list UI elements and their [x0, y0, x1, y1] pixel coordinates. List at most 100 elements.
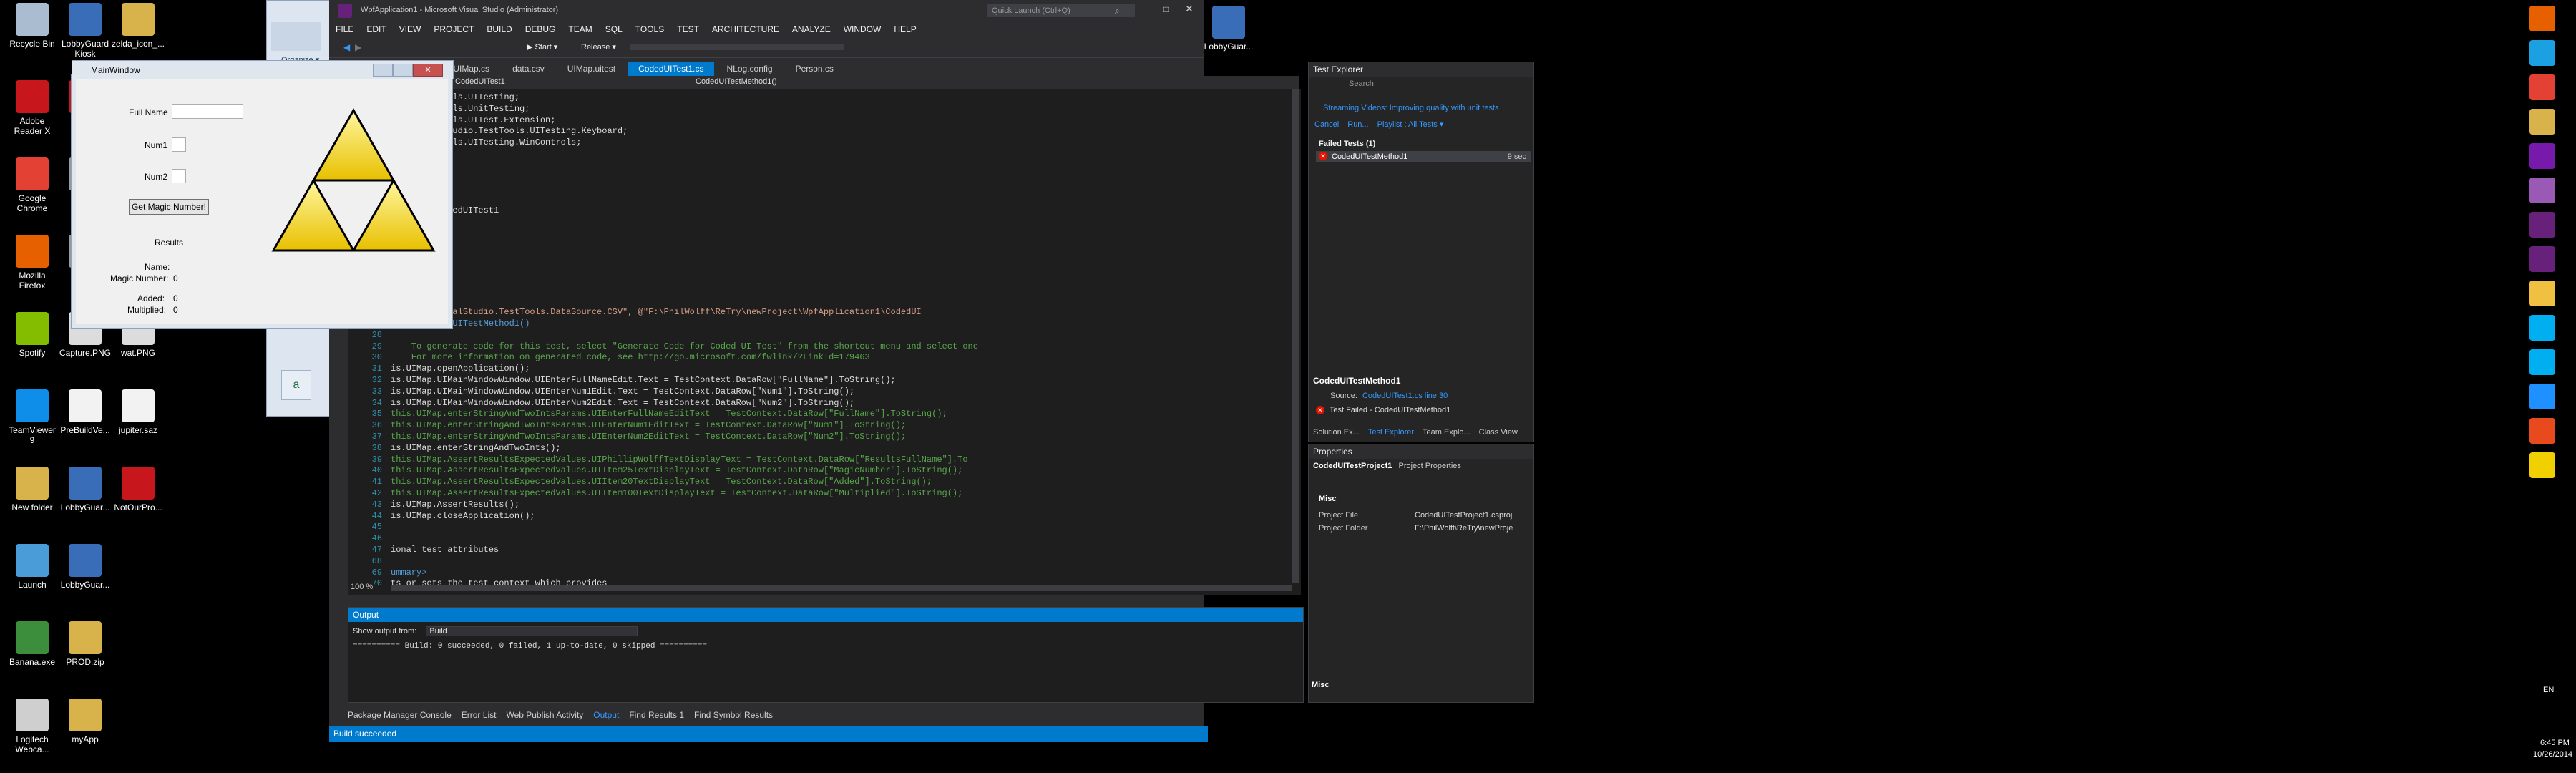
file-icon [122, 389, 155, 422]
code-text: ummary> [391, 567, 427, 578]
test-action-link[interactable]: Run... [1347, 120, 1368, 129]
code-line: 28 [348, 329, 391, 341]
full-name-label: Full Name [129, 107, 168, 117]
test-row[interactable]: ✕ CodedUITestMethod1 9 sec [1316, 151, 1531, 162]
close-button[interactable]: ✕ [1185, 3, 1194, 15]
num2-input[interactable] [172, 169, 186, 183]
tray-time[interactable]: 6:45 PM [2540, 739, 2570, 747]
test-action-link[interactable]: Playlist : All Tests ▾ [1377, 120, 1444, 129]
test-search-input[interactable]: Search [1349, 79, 1528, 88]
document-tab[interactable]: UIMap.uitest [557, 62, 625, 76]
code-line: 38 is.UIMap.enterStringAndTwoInts(); [348, 442, 561, 454]
code-text: this.UIMap.AssertResultsExpectedValues.U… [391, 488, 963, 498]
bottom-tab[interactable]: Output [593, 707, 619, 723]
nav-class-dropdown[interactable]: CodedUITest1 [455, 77, 505, 86]
vs-icon[interactable] [2529, 212, 2555, 238]
code-line: 34 is.UIMap.UIMainWindowWindow.UIEnterNum… [348, 397, 855, 409]
source-link[interactable]: CodedUITest1.cs line 30 [1362, 392, 1448, 400]
test-explorer-banner[interactable]: Streaming Videos: Improving quality with… [1323, 104, 1499, 112]
num1-input[interactable] [172, 137, 186, 152]
menu-item-edit[interactable]: EDIT [360, 21, 392, 37]
menu-item-build[interactable]: BUILD [480, 21, 518, 37]
onenote-icon[interactable] [2529, 143, 2555, 169]
nav-member-dropdown[interactable]: CodedUITestMethod1() [696, 77, 777, 86]
minimize-button[interactable] [373, 64, 393, 77]
explorer-icon[interactable] [2529, 281, 2555, 306]
property-row[interactable]: Project File CodedUITestProject1.csproj [1309, 509, 1532, 522]
b-icon[interactable] [2529, 418, 2555, 444]
folder-icon[interactable] [2529, 109, 2555, 135]
bottom-tab[interactable]: Find Symbol Results [694, 707, 773, 723]
skype-icon[interactable] [2529, 315, 2555, 341]
desktop-icon[interactable]: PROD.zip [53, 621, 117, 667]
fiddler-icon[interactable] [2529, 178, 2555, 203]
get-magic-number-button[interactable]: Get Magic Number! [129, 199, 209, 215]
skype-icon[interactable] [2529, 349, 2555, 375]
menu-item-help[interactable]: HELP [887, 21, 922, 37]
bottom-tab[interactable]: Error List [462, 707, 497, 723]
desktop-icon[interactable]: zelda_icon_... [106, 3, 170, 49]
line-number: 29 [371, 341, 382, 351]
properties-object[interactable]: CodedUITestProject1 Project Properties [1313, 462, 1461, 470]
document-tab[interactable]: Person.cs [786, 62, 844, 76]
multiplied-value: 0 [173, 305, 178, 315]
desktop-icon[interactable]: LobbyGuar... [1196, 6, 1261, 52]
menu-item-project[interactable]: PROJECT [427, 21, 480, 37]
document-tab[interactable]: data.csv [502, 62, 555, 76]
property-key: Project Folder [1319, 524, 1368, 533]
bottom-tab[interactable]: Find Results 1 [629, 707, 684, 723]
triforce-icon[interactable] [2529, 452, 2555, 478]
property-row[interactable]: Project Folder F:\PhilWolff\ReTry\newProj… [1309, 522, 1532, 535]
properties-category[interactable]: Misc [1319, 495, 1336, 503]
close-button[interactable]: ✕ [413, 64, 443, 77]
maximize-button[interactable] [393, 64, 413, 77]
firefox-icon[interactable] [2529, 6, 2555, 31]
search-icon[interactable]: ⌕ [1115, 6, 1120, 16]
panel-tab[interactable]: Solution Ex... [1309, 426, 1364, 439]
visual-studio-icon[interactable] [2529, 246, 2555, 272]
desktop-icon[interactable]: myApp [53, 699, 117, 744]
panel-tab[interactable]: Team Explo... [1418, 426, 1475, 439]
quick-launch-input[interactable]: Quick Launch (Ctrl+Q) [987, 4, 1135, 17]
back-icon[interactable]: ◀ [343, 42, 350, 52]
document-tab[interactable]: CodedUITest1.cs [628, 62, 714, 76]
menu-item-debug[interactable]: DEBUG [519, 21, 562, 37]
menu-item-file[interactable]: FILE [329, 21, 360, 37]
bottom-tab[interactable]: Web Publish Activity [506, 707, 583, 723]
menu-item-architecture[interactable]: ARCHITECTURE [706, 21, 786, 37]
forward-icon[interactable]: ▶ [355, 42, 361, 52]
full-name-input[interactable] [172, 104, 243, 119]
desktop-icon[interactable]: LobbyGuar... [53, 544, 117, 590]
test-action-link[interactable]: Cancel [1314, 120, 1339, 129]
panel-tab[interactable]: Class View [1475, 426, 1522, 439]
output-source-row: Show output from: Build [353, 626, 638, 636]
document-tab[interactable]: NLog.config [717, 62, 783, 76]
menu-item-view[interactable]: VIEW [393, 21, 428, 37]
menu-item-test[interactable]: TEST [670, 21, 706, 37]
menu-item-window[interactable]: WINDOW [837, 21, 888, 37]
ie-icon[interactable] [2529, 40, 2555, 66]
chrome-icon[interactable] [2529, 74, 2555, 100]
menu-item-team[interactable]: TEAM [562, 21, 598, 37]
menu-item-analyze[interactable]: ANALYZE [786, 21, 837, 37]
code-editor[interactable]: 100 % udio.TestTools.UITesting; udio.Test… [348, 89, 1301, 595]
tray-date[interactable]: 10/26/2014 [2533, 750, 2572, 759]
menu-item-tools[interactable]: TOOLS [629, 21, 670, 37]
minimize-button[interactable]: – [1145, 4, 1151, 16]
desktop-icon[interactable]: NotOurPro... [106, 467, 170, 512]
maximize-button[interactable]: □ [1163, 4, 1169, 14]
configuration-dropdown[interactable]: Release ▾ [581, 42, 616, 52]
menu-item-sql[interactable]: SQL [599, 21, 629, 37]
failed-tests-group[interactable]: Failed Tests (1) [1319, 140, 1375, 148]
desktop-icon-label: LobbyGuar... [1204, 42, 1254, 52]
panel-tab[interactable]: Test Explorer [1364, 426, 1418, 439]
remote-icon[interactable] [2529, 384, 2555, 409]
lobbyguard-icon [1212, 6, 1245, 39]
vs-menubar: FILE EDIT VIEW PROJECT BUILD DEBUG TEAM SQL TOOL… [329, 21, 1204, 37]
bottom-tab[interactable]: Package Manager Console [348, 707, 452, 723]
start-button[interactable]: ▶ Start ▾ [527, 42, 557, 52]
vertical-scrollbar[interactable] [1292, 89, 1299, 583]
output-source-select[interactable]: Build [426, 626, 638, 636]
desktop-icon[interactable]: jupiter.saz [106, 389, 170, 435]
tray-language[interactable]: EN [2543, 686, 2554, 694]
